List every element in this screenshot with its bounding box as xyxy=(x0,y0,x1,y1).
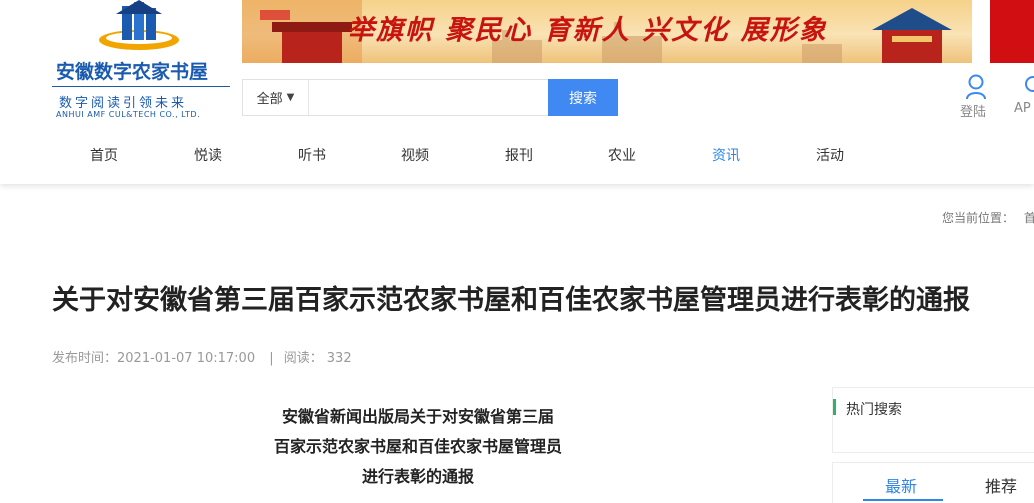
document-heading-line: 安徽省新闻出版局关于对安徽省第三届 xyxy=(281,407,554,426)
logo-emblem-icon xyxy=(99,0,179,50)
publish-time-label: 发布时间： xyxy=(52,351,118,366)
search-button[interactable]: 搜索 xyxy=(548,79,618,116)
search-category-label: 全部 xyxy=(256,92,283,107)
search-input[interactable] xyxy=(309,80,549,115)
meta-separator: | xyxy=(269,351,274,366)
logo-divider xyxy=(52,86,230,87)
tab-recommended[interactable]: 推荐 xyxy=(985,473,1017,497)
hot-search-panel: 热门搜索 xyxy=(832,387,1034,453)
sidebar-tabs: 最新 推荐 xyxy=(832,462,1034,503)
header-side-banner xyxy=(990,0,1034,63)
document-heading: 安徽省新闻出版局关于对安徽省第三届 百家示范农家书屋和百佳农家书屋管理员 进行表… xyxy=(218,402,618,492)
nav-item-news[interactable]: 资讯 xyxy=(674,145,778,165)
document-heading-line: 进行表彰的通报 xyxy=(361,467,474,486)
nav-item-reading[interactable]: 悦读 xyxy=(156,145,260,165)
breadcrumb-home-link[interactable]: 首 xyxy=(1024,211,1034,225)
app-label: AP xyxy=(1014,101,1031,116)
banner-slogan: 举旗帜 聚民心 育新人 兴文化 展形象 xyxy=(347,15,828,46)
breadcrumb: 您当前位置： 首 xyxy=(942,209,1034,226)
search-bar: 全部 ▼ 搜索 xyxy=(242,79,618,116)
hot-search-accent-bar xyxy=(833,399,836,415)
nav-item-home[interactable]: 首页 xyxy=(52,145,156,165)
chevron-down-icon: ▼ xyxy=(286,92,295,103)
app-icon xyxy=(1025,76,1034,92)
breadcrumb-prefix: 您当前位置： xyxy=(942,211,1015,225)
publish-time: 2021-01-07 10:17:00 xyxy=(117,351,256,366)
article-meta: 发布时间：2021-01-07 10:17:00 | 阅读： 332 xyxy=(52,347,356,366)
site-logo[interactable]: 安徽数字农家书屋 数字阅读引领未来 ANHUI AMF CUL&TECH CO.… xyxy=(52,0,232,122)
document-heading-line: 百家示范农家书屋和百佳农家书屋管理员 xyxy=(273,437,562,456)
app-download-link[interactable]: AP xyxy=(1012,74,1034,120)
logo-title: 安徽数字农家书屋 xyxy=(56,61,209,83)
header-banner: 举旗帜 聚民心 育新人 兴文化 展形象 xyxy=(242,0,972,63)
active-tab-indicator xyxy=(863,499,943,501)
logo-english-name: ANHUI AMF CUL&TECH CO., LTD. xyxy=(56,110,201,119)
site-header: 安徽数字农家书屋 数字阅读引领未来 ANHUI AMF CUL&TECH CO.… xyxy=(0,0,1034,184)
nav-item-periodicals[interactable]: 报刊 xyxy=(467,145,571,165)
user-icon xyxy=(966,74,986,100)
nav-item-audiobooks[interactable]: 听书 xyxy=(260,145,364,165)
read-count: 332 xyxy=(326,351,352,366)
tab-latest[interactable]: 最新 xyxy=(885,473,917,497)
search-category-select[interactable]: 全部 ▼ xyxy=(243,80,309,115)
read-count-label: 阅读： xyxy=(283,351,323,366)
login-link[interactable]: 登陆 xyxy=(956,74,996,120)
hot-search-title: 热门搜索 xyxy=(846,402,902,418)
nav-item-videos[interactable]: 视频 xyxy=(363,145,467,165)
nav-item-agriculture[interactable]: 农业 xyxy=(570,145,674,165)
logo-slogan: 数字阅读引领未来 xyxy=(59,96,188,111)
nav-item-activities[interactable]: 活动 xyxy=(778,145,882,165)
login-label: 登陆 xyxy=(960,105,987,120)
article-title: 关于对安徽省第三届百家示范农家书屋和百佳农家书屋管理员进行表彰的通报 xyxy=(52,285,970,316)
